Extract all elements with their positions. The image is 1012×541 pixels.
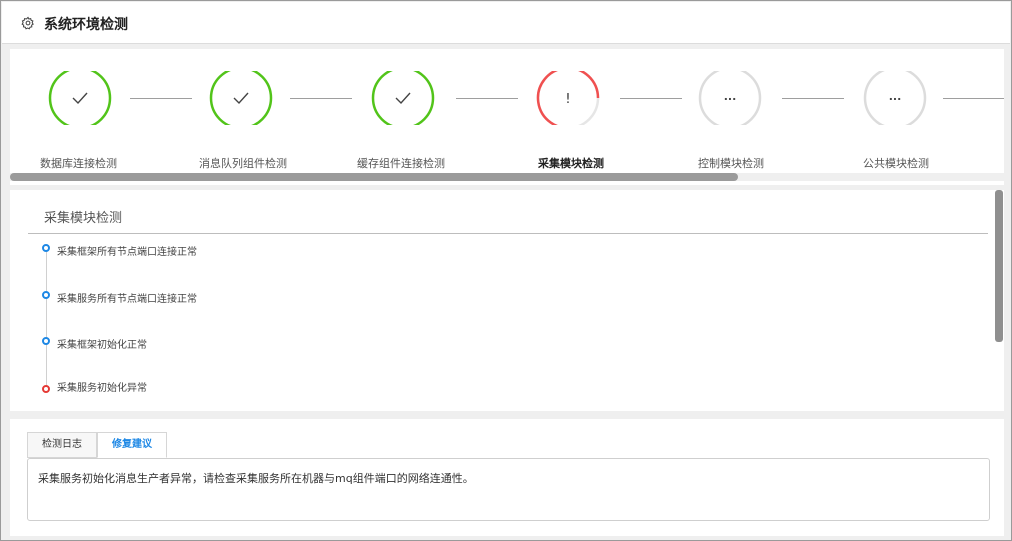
steps-panel: 数据库连接检测 消息队列组件检测 缓存组件连接检测 ! 采集模块检测 ... 控… [10,49,1004,185]
error-dot-icon [42,385,50,393]
step-status-icon [209,71,273,125]
step-status-icon: ! [536,71,600,125]
step-label: 控制模块检测 [698,157,764,170]
step-connector [456,98,518,99]
step-connector [620,98,682,99]
tab-detection-log[interactable]: 检测日志 [27,432,97,458]
status-dot-icon [42,337,50,345]
timeline-line [46,248,47,386]
detail-panel: 采集模块检测 采集框架所有节点端口连接正常 采集服务所有节点端口连接正常 采集框… [10,190,1004,411]
step-connector [130,98,192,99]
page-title: 系统环境检测 [44,17,128,33]
tab-fix-suggestion[interactable]: 修复建议 [97,432,167,458]
step-label: 公共模块检测 [863,157,929,170]
timeline-text: 采集框架所有节点端口连接正常 [57,247,197,258]
status-dot-icon [42,291,50,299]
page-header: 系统环境检测 [2,2,1010,44]
step-status-icon: ... [863,71,927,125]
log-panel: 检测日志 修复建议 采集服务初始化消息生产者异常，请检查采集服务所在机器与mq组… [10,419,1004,536]
app-window: 系统环境检测 数据库连接检测 消息队列组件检测 缓存组件连接检测 ! 采集模块检… [0,0,1012,541]
step-status-icon [371,71,435,125]
step-status-symbol: ! [565,92,570,107]
timeline-text: 采集服务所有节点端口连接正常 [57,294,197,305]
fix-suggestion-box: 采集服务初始化消息生产者异常，请检查采集服务所在机器与mq组件端口的网络连通性。 [27,458,990,521]
step-label: 数据库连接检测 [40,157,117,170]
step-label: 缓存组件连接检测 [357,157,445,170]
horizontal-scrollbar-thumb[interactable] [10,173,738,181]
timeline-text: 采集服务初始化异常 [57,383,147,394]
step-status-symbol: ... [724,90,737,103]
status-dot-icon [42,244,50,252]
step-connector [290,98,352,99]
step-status-icon: ... [698,71,762,125]
timeline-text: 采集框架初始化正常 [57,340,147,351]
step-connector [782,98,844,99]
vertical-scrollbar-thumb[interactable] [995,190,1003,342]
step-label: 采集模块检测 [538,157,604,170]
step-status-symbol: ... [889,90,902,103]
step-label: 消息队列组件检测 [199,157,287,170]
fix-suggestion-text: 采集服务初始化消息生产者异常，请检查采集服务所在机器与mq组件端口的网络连通性。 [38,472,474,485]
detail-title: 采集模块检测 [44,211,123,226]
step-connector [943,98,1004,99]
divider [28,233,988,234]
step-status-icon [48,71,112,125]
gear-icon [21,16,34,30]
